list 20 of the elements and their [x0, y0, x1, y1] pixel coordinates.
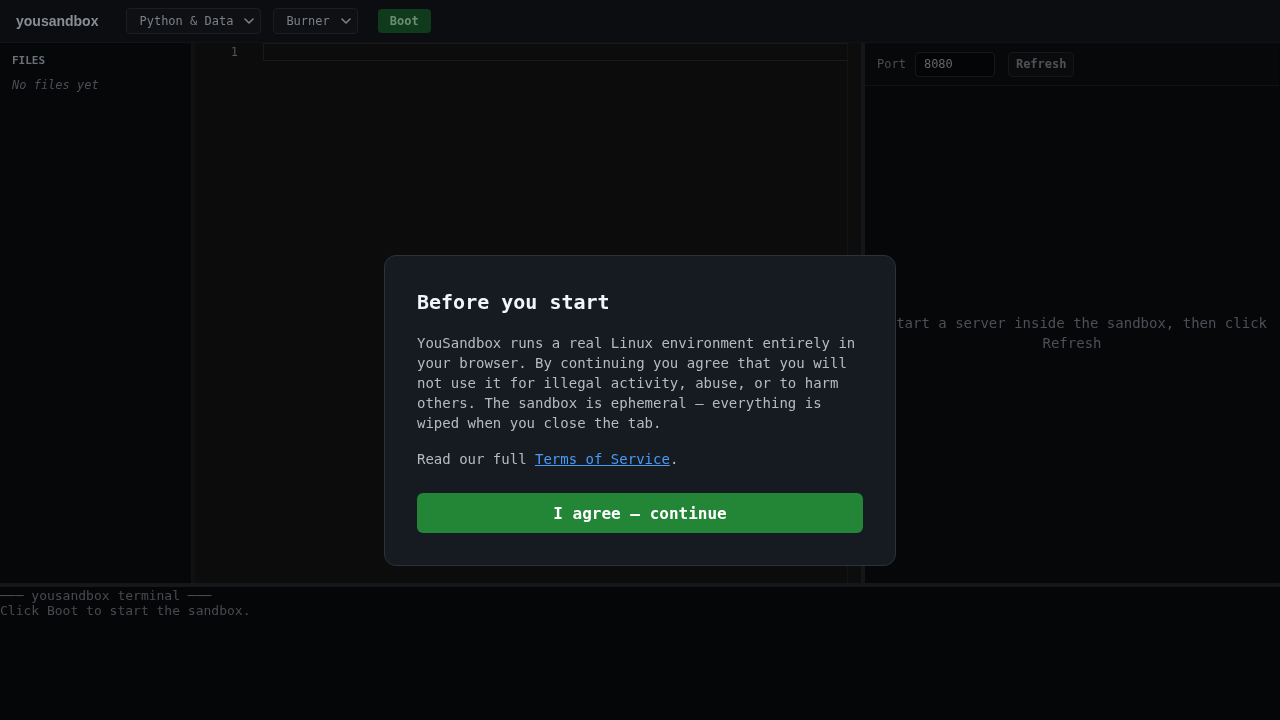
dropdown[interactable]: Python & Data	[126, 8, 262, 34]
terminal-line: Click Boot to start the sandbox.	[0, 603, 252, 618]
sidebar-heading: FILES	[12, 54, 47, 68]
empty-files-message: No files yet	[12, 77, 100, 93]
terms-link[interactable]: Terms of Service	[535, 451, 670, 467]
terms-sentence: Read our full Terms of Service.	[417, 450, 680, 469]
terminal-line: ─── yousandbox terminal ───	[0, 588, 213, 603]
port-label: Port	[877, 57, 906, 71]
dialog-text: YouSandbox runs a real Linux environment entirely in your browser. By continuing you agree that you will not use it for illegal activity, abuse, or to harm others. The sandbox is ephemeral — everything is wiped when you close the tab.	[417, 334, 857, 433]
dropdown[interactable]: Burner	[273, 8, 358, 34]
port-input[interactable]: 8080	[914, 51, 995, 77]
refresh-button[interactable]: Refresh	[1007, 51, 1075, 77]
line-number: 1	[229, 44, 238, 61]
agree-button[interactable]: I agree — continue	[417, 493, 863, 533]
dialog-title: Before you start	[417, 289, 611, 316]
caret-icon	[340, 18, 351, 24]
preview-placeholder-message: tart a server inside the sandbox, then click Refresh	[895, 313, 1268, 353]
boot-button[interactable]: Boot	[377, 9, 431, 33]
app-logo: yousandbox	[16, 13, 99, 29]
caret-icon	[244, 18, 255, 24]
